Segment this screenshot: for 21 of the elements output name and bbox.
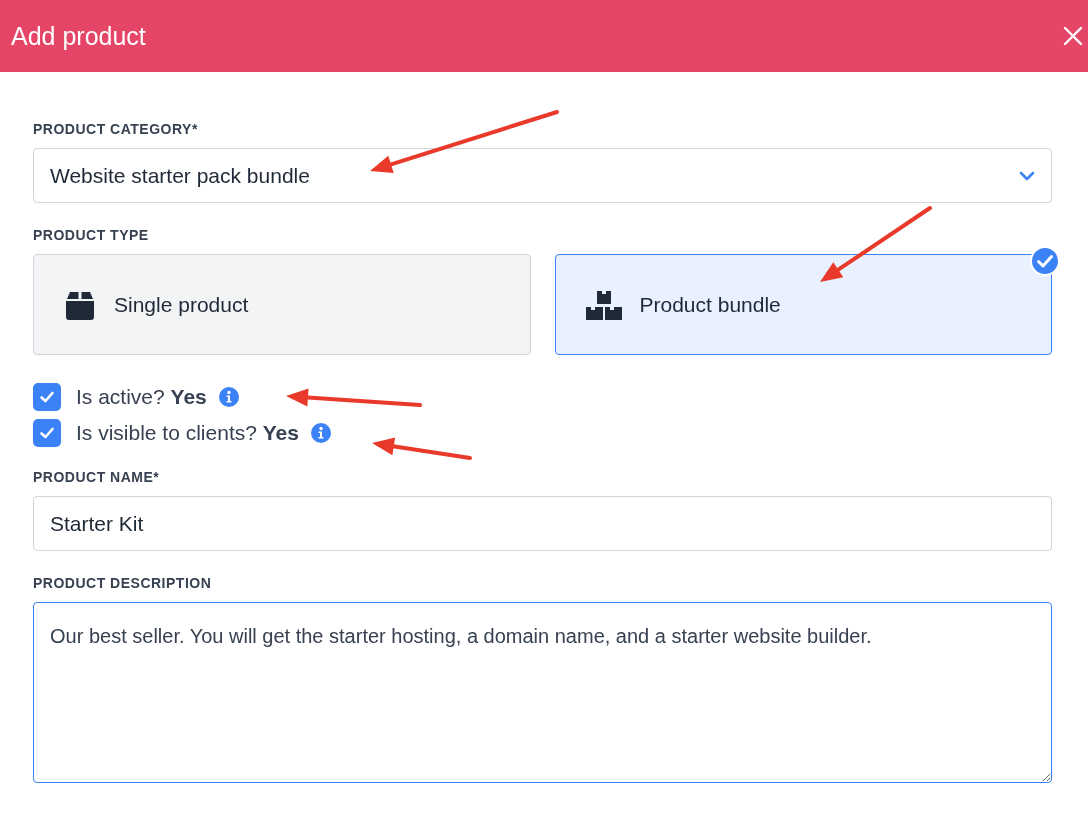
product-name-field[interactable]: Starter Kit [33,496,1052,551]
field-label: PRODUCT DESCRIPTION [33,575,213,591]
check-badge-icon [1030,246,1060,276]
box-icon [64,289,96,320]
product-description-field[interactable]: Our best seller. You will get the starter hosting, a domain name, and a starter website builder. [33,602,1052,783]
checkbox[interactable] [33,419,61,447]
category-select[interactable]: Website starter pack bundle [33,148,1052,203]
dialog-title: Add product [11,21,146,51]
info-icon[interactable] [310,423,331,443]
checkbox-label: Is active? Yes [76,385,207,409]
checkbox-label: Is visible to clients? Yes [76,421,299,445]
chevron-down-icon [1019,170,1035,181]
field-label: PRODUCT TYPE [33,227,150,243]
boxes-icon [585,288,622,321]
product-type-option[interactable]: Product bundle [554,254,1052,355]
product-type-option[interactable]: Single product [33,254,531,355]
field-label: PRODUCT CATEGORY* [33,121,199,137]
close-icon [1062,25,1084,47]
checkbox[interactable] [33,383,61,411]
info-icon[interactable] [218,387,239,407]
field-label: PRODUCT NAME* [33,469,161,485]
